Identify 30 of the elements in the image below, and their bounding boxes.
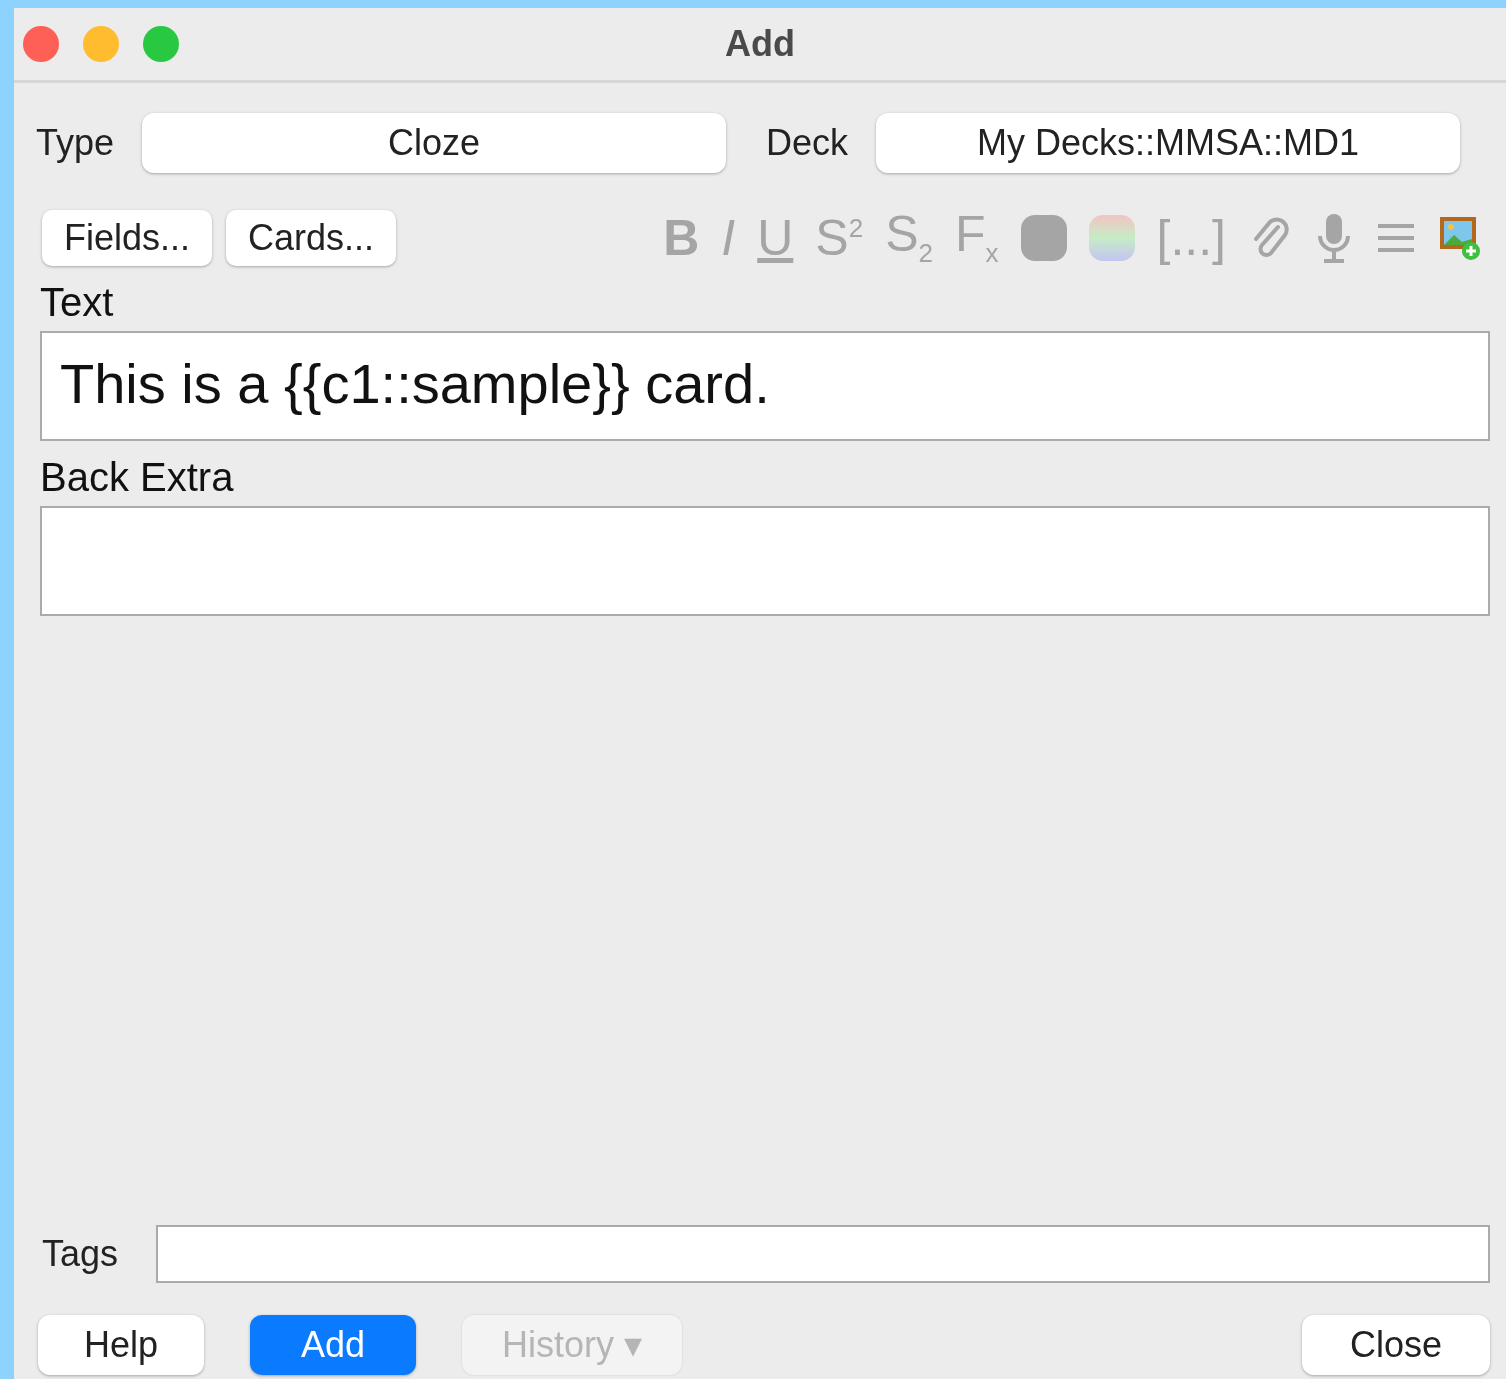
close-button[interactable]: Close — [1302, 1315, 1490, 1375]
type-label: Type — [36, 122, 115, 164]
tags-field[interactable] — [156, 1225, 1490, 1283]
format-button[interactable]: I — [721, 212, 736, 263]
format-button[interactable]: F$_{x}$ — [955, 209, 999, 266]
format-button[interactable]: S$_{2}$ — [885, 209, 933, 266]
note-type-selector[interactable]: Cloze — [142, 113, 727, 173]
editor-button[interactable]: Cards... — [226, 209, 397, 266]
tags-label: Tags — [42, 1233, 119, 1275]
text-color-button[interactable] — [1020, 214, 1067, 261]
format-button[interactable]: S$^{2}$ — [815, 212, 864, 263]
zoom-window-button[interactable] — [143, 26, 179, 62]
dialog-button[interactable]: Help — [38, 1315, 204, 1375]
format-button[interactable]: B — [663, 212, 700, 263]
format-button[interactable]: [...] — [1156, 212, 1226, 263]
dialog-button[interactable]: Add — [250, 1315, 416, 1375]
deck-label: Deck — [766, 122, 849, 164]
field-label: Text — [40, 280, 115, 325]
close-window-button[interactable] — [23, 26, 59, 62]
field-label: Back Extra — [40, 455, 235, 500]
window-title: Add — [725, 23, 795, 65]
add-image-icon[interactable] — [1438, 214, 1482, 261]
text-field[interactable]: This is a {{c1::sample}} card. — [40, 331, 1490, 441]
minimize-window-button[interactable] — [83, 26, 119, 62]
menu-icon[interactable] — [1376, 221, 1416, 254]
deck-selector[interactable]: My Decks::MMSA::MD1 — [876, 113, 1461, 173]
text-field[interactable] — [40, 506, 1490, 616]
editor-button[interactable]: Fields... — [42, 209, 213, 266]
format-button[interactable]: U — [757, 212, 794, 263]
highlight-color-button[interactable] — [1088, 214, 1135, 261]
